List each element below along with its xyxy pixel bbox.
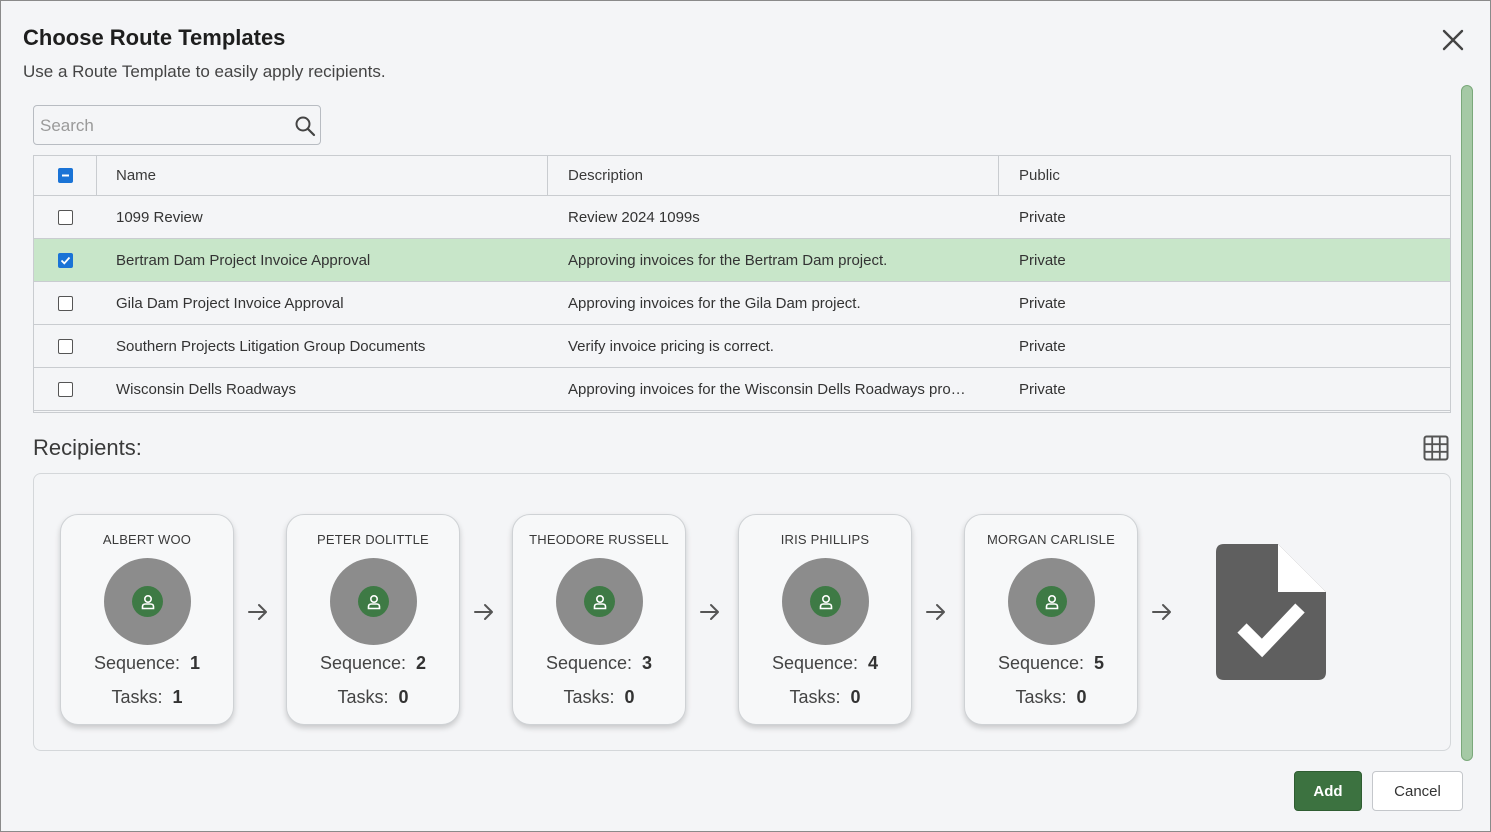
recipient-name: ALBERT WOO (102, 532, 192, 547)
row-check-cell (34, 282, 96, 324)
tasks-line: Tasks: 0 (337, 687, 409, 707)
cancel-button[interactable]: Cancel (1372, 771, 1463, 811)
sequence-line: Sequence: 3 (545, 653, 653, 673)
table-row[interactable]: 1099 Review Review 2024 1099s Private (34, 196, 1450, 239)
sequence-line: Sequence: 1 (93, 653, 201, 673)
recipient-card[interactable]: PETER DOLITTLE Sequence: 2 Tasks: 0 (286, 514, 460, 725)
row-checkbox[interactable] (57, 338, 73, 354)
select-all-cell (34, 156, 96, 195)
row-public: Private (1019, 380, 1066, 398)
templates-table: Name Description Public 1099 Review Revi… (33, 155, 1451, 413)
recipient-name: PETER DOLITTLE (317, 532, 429, 547)
row-name: 1099 Review (116, 208, 203, 226)
user-icon (141, 594, 154, 609)
table-row[interactable]: Gila Dam Project Invoice Approval Approv… (34, 282, 1450, 325)
table-row[interactable]: Wisconsin Dells Roadways Approving invoi… (34, 368, 1450, 411)
recipient-card[interactable]: THEODORE RUSSELL Sequence: 3 Tasks: 0 (512, 514, 686, 725)
row-public: Private (1019, 294, 1066, 312)
recipient-name: IRIS PHILLIPS (780, 532, 870, 547)
recipient-card[interactable]: IRIS PHILLIPS Sequence: 4 Tasks: 0 (738, 514, 912, 725)
user-icon (1045, 594, 1058, 609)
row-name: Wisconsin Dells Roadways (116, 380, 297, 398)
grid-view-icon[interactable] (1423, 435, 1449, 461)
row-checkbox[interactable] (57, 295, 73, 311)
route-template-dialog: Choose Route Templates Use a Route Templ… (0, 0, 1491, 832)
row-checkbox[interactable] (57, 252, 73, 268)
recipient-card[interactable]: MORGAN CARLISLE Sequence: 5 Tasks: 0 (964, 514, 1138, 725)
dialog-subtitle: Use a Route Template to easily apply rec… (23, 62, 386, 81)
row-check-cell (34, 325, 96, 367)
row-checkbox[interactable] (57, 209, 73, 225)
recipients-label: Recipients: (33, 435, 142, 460)
avatar (330, 558, 417, 645)
search-box (33, 105, 321, 145)
row-name: Southern Projects Litigation Group Docum… (116, 337, 426, 355)
row-name: Gila Dam Project Invoice Approval (116, 294, 344, 312)
arrow-right-icon (700, 604, 719, 620)
row-checkbox[interactable] (57, 381, 73, 397)
row-check-cell (34, 196, 96, 238)
sequence-line: Sequence: 4 (771, 653, 879, 673)
tasks-line: Tasks: 0 (789, 687, 861, 707)
row-description: Approving invoices for the Wisconsin Del… (568, 380, 966, 398)
search-input[interactable] (40, 114, 280, 138)
row-name: Bertram Dam Project Invoice Approval (116, 251, 371, 269)
table-header: Name Description Public (34, 156, 1450, 196)
row-check-cell (34, 368, 96, 410)
column-header-public[interactable]: Public (1019, 156, 1419, 195)
arrow-right-icon (1152, 604, 1171, 620)
row-description: Review 2024 1099s (568, 208, 700, 226)
table-row[interactable]: Southern Projects Litigation Group Docum… (34, 325, 1450, 368)
user-icon (367, 594, 380, 609)
tasks-line: Tasks: 1 (111, 687, 183, 707)
row-check-cell (34, 239, 96, 281)
recipient-name: THEODORE RUSSELL (529, 532, 669, 547)
row-public: Private (1019, 208, 1066, 226)
column-header-description[interactable]: Description (568, 156, 978, 195)
column-header-name[interactable]: Name (116, 156, 546, 195)
avatar (782, 558, 869, 645)
row-description: Verify invoice pricing is correct. (568, 337, 774, 355)
add-button[interactable]: Add (1294, 771, 1362, 811)
row-description: Approving invoices for the Bertram Dam p… (568, 251, 888, 269)
select-all-checkbox[interactable] (57, 168, 73, 183)
row-public: Private (1019, 251, 1066, 269)
dialog-title: Choose Route Templates (23, 25, 286, 50)
recipient-name: MORGAN CARLISLE (987, 532, 1115, 547)
avatar (556, 558, 643, 645)
arrow-right-icon (248, 604, 267, 620)
tasks-line: Tasks: 0 (1015, 687, 1087, 707)
arrow-right-icon (926, 604, 945, 620)
document-complete-icon (1216, 544, 1326, 680)
avatar (104, 558, 191, 645)
vertical-scrollbar[interactable] (1461, 85, 1473, 761)
sequence-line: Sequence: 2 (319, 653, 427, 673)
row-public: Private (1019, 337, 1066, 355)
table-row[interactable]: Bertram Dam Project Invoice Approval App… (34, 239, 1450, 282)
recipient-card[interactable]: ALBERT WOO Sequence: 1 Tasks: 1 (60, 514, 234, 725)
user-icon (593, 594, 606, 609)
sequence-line: Sequence: 5 (997, 653, 1105, 673)
arrow-right-icon (474, 604, 493, 620)
close-icon[interactable] (1438, 25, 1468, 55)
avatar (1008, 558, 1095, 645)
user-icon (819, 594, 832, 609)
recipients-panel: ALBERT WOO Sequence: 1 Tasks: 1 PETER DOLI… (33, 473, 1451, 751)
search-icon[interactable] (294, 115, 316, 137)
tasks-line: Tasks: 0 (563, 687, 635, 707)
row-description: Approving invoices for the Gila Dam proj… (568, 294, 861, 312)
